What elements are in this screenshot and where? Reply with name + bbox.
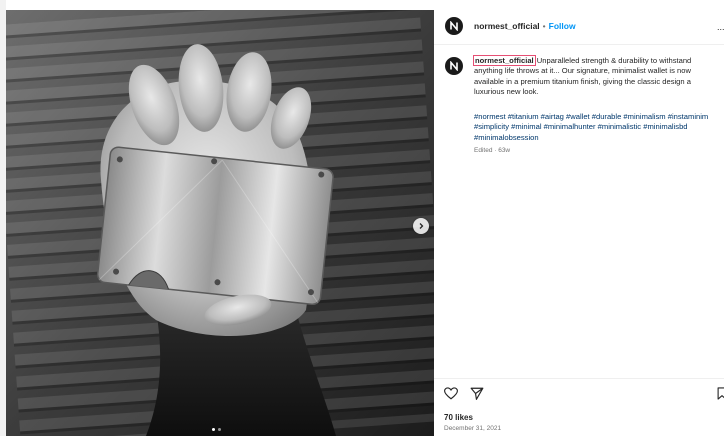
send-icon[interactable] bbox=[470, 387, 484, 400]
avatar[interactable] bbox=[445, 17, 463, 35]
post-header: normest_official • Follow ... bbox=[434, 10, 724, 45]
header-text: normest_official • Follow bbox=[474, 21, 576, 31]
caption-avatar[interactable] bbox=[445, 57, 463, 75]
post-actions: 70 likes December 31, 2021 bbox=[434, 378, 724, 437]
heart-icon[interactable] bbox=[444, 387, 458, 400]
follow-button[interactable]: Follow bbox=[549, 21, 576, 31]
caption-username[interactable]: normest_official bbox=[473, 55, 536, 66]
like-count[interactable]: 70 likes bbox=[444, 413, 473, 422]
separator: • bbox=[542, 21, 546, 31]
normest-logo-icon bbox=[450, 61, 458, 71]
post-date: December 31, 2021 bbox=[444, 425, 502, 432]
bookmark-icon[interactable] bbox=[717, 387, 724, 400]
post-detail-panel: normest_official • Follow ... normest_offi… bbox=[434, 0, 724, 436]
more-options-icon[interactable]: ... bbox=[717, 22, 724, 32]
username-link[interactable]: normest_official bbox=[474, 21, 540, 31]
hashtags[interactable]: #normest #titanium #airtag #wallet #dura… bbox=[474, 112, 722, 143]
carousel-dot bbox=[218, 428, 221, 431]
chevron-right-icon bbox=[419, 223, 424, 229]
post-image[interactable] bbox=[6, 10, 434, 436]
carousel-dot-active bbox=[212, 428, 215, 431]
carousel-indicator bbox=[212, 428, 221, 431]
post-caption: normest_official Unparalleled strength &… bbox=[473, 55, 722, 97]
normest-logo-icon bbox=[450, 21, 458, 31]
next-slide-button[interactable] bbox=[413, 218, 429, 234]
edited-timestamp: Edited · 63w bbox=[474, 147, 511, 154]
